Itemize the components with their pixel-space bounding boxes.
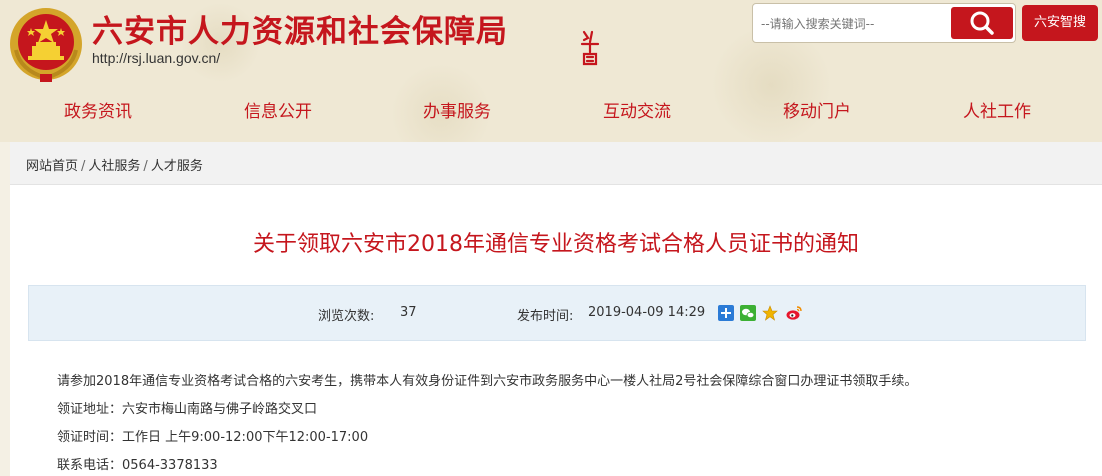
site-title: 六安市人力资源和社会保障局 <box>92 14 508 50</box>
favorite-star-icon[interactable] <box>762 305 778 321</box>
breadcrumb-hr-services-link[interactable]: 人社服务 <box>88 159 140 174</box>
article-meta-bar: 浏览次数: 37 发布时间: 2019-04-09 14:29 <box>28 285 1086 341</box>
breadcrumb-home-link[interactable]: 网站首页 <box>26 159 78 174</box>
main-nav: 政务资讯 信息公开 办事服务 互动交流 移动门户 人社工作 <box>0 88 1102 136</box>
breadcrumb-separator: / <box>143 159 148 174</box>
nav-item-interaction[interactable]: 互动交流 <box>587 88 687 136</box>
publish-time-value: 2019-04-09 14:29 <box>588 305 706 320</box>
search-icon <box>970 11 994 35</box>
breadcrumb-bar: 网站首页 / 人社服务 / 人才服务 <box>10 142 1102 185</box>
weibo-icon[interactable] <box>786 305 802 321</box>
views-label: 浏览次数: <box>318 309 375 324</box>
search-button[interactable] <box>951 7 1013 39</box>
seal-stamp-icon <box>580 30 600 66</box>
breadcrumb-talent-services-link[interactable]: 人才服务 <box>151 159 203 174</box>
nav-item-mobile-portal[interactable]: 移动门户 <box>767 88 867 136</box>
qzone-icon[interactable] <box>718 305 734 321</box>
breadcrumb: 网站首页 / 人社服务 / 人才服务 <box>26 155 203 174</box>
article-paragraph: 请参加2018年通信专业资格考试合格的六安考生，携带本人有效身份证件到六安市政务… <box>57 374 918 389</box>
nav-item-services[interactable]: 办事服务 <box>407 88 507 136</box>
search-box <box>752 3 1016 43</box>
nav-item-info-disclosure[interactable]: 信息公开 <box>228 88 328 136</box>
breadcrumb-separator: / <box>81 159 86 174</box>
wechat-icon[interactable] <box>740 305 756 321</box>
article-title: 关于领取六安市2018年通信专业资格考试合格人员证书的通知 <box>253 232 859 257</box>
search-input[interactable] <box>759 8 949 40</box>
smart-search-button[interactable]: 六安智搜 <box>1022 5 1098 41</box>
national-emblem-icon <box>10 8 82 82</box>
article-paragraph: 领证地址：六安市梅山南路与佛子岭路交叉口 <box>57 402 318 417</box>
main-content: 网站首页 / 人社服务 / 人才服务 关于领取六安市2018年通信专业资格考试合格人员证… <box>10 142 1102 476</box>
site-url: http://rsj.luan.gov.cn/ <box>92 50 221 66</box>
article-paragraph: 领证时间：工作日 上午9:00-12:00下午12:00-17:00 <box>57 430 369 445</box>
publish-time-label: 发布时间: <box>517 309 574 324</box>
nav-item-news[interactable]: 政务资讯 <box>48 88 148 136</box>
nav-item-hr-work[interactable]: 人社工作 <box>947 88 1047 136</box>
article-paragraph: 联系电话：0564-3378133 <box>57 458 218 473</box>
site-header: 六安市人力资源和社会保障局 http://rsj.luan.gov.cn/ 六安… <box>0 0 1102 142</box>
views-count: 37 <box>400 305 417 320</box>
